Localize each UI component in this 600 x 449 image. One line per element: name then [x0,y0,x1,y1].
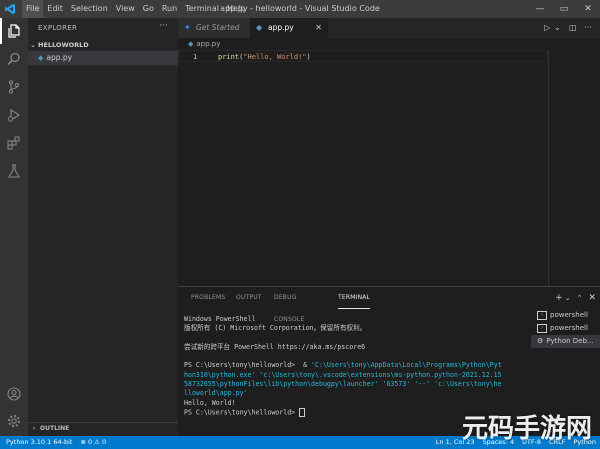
vscode-logo-icon [5,4,15,14]
close-window-button[interactable]: ✕ [576,0,600,18]
folder-helloworld[interactable]: ⌄ HELLOWORLD [28,39,178,51]
new-terminal-plus-icon[interactable]: + [555,293,563,303]
explorer-header: EXPLORER [38,24,78,32]
terminal-path: lloworld\app.py' [184,389,248,398]
python-interpreter-status[interactable]: Python 3.10.1 64-bit [6,438,72,446]
code-string: "Hello, World!" [243,53,307,61]
run-python-file-icon[interactable]: ▷ [544,18,550,38]
tab-problems[interactable]: PROBLEMS [191,287,225,309]
terminal-line: Windows PowerShell [184,315,256,323]
current-line-highlight: 1 print("Hello, World!") [178,50,548,62]
terminal-instance-powershell[interactable]: › powershell [531,322,600,335]
code-function: print [218,53,240,61]
tab-label: Get Started [196,23,240,32]
python-file-icon: ◆ [38,54,44,62]
more-actions-icon[interactable]: ··· [584,18,592,38]
tab-get-started[interactable]: ✦ Get Started [178,18,250,38]
menu-file[interactable]: File [22,0,44,18]
breadcrumb-file: app.py [196,40,221,48]
terminal-instance-python-debug[interactable]: ⚙ Python Deb... [531,335,600,348]
extensions-icon[interactable] [0,130,28,156]
terminal-prompt: PS C:\Users\tony\helloworld> & [184,361,312,370]
settings-gear-icon[interactable] [0,408,28,434]
panel-actions: + ⌄ ⌃ ✕ [549,287,596,309]
tab-app-py[interactable]: ◆ app.py ✕ [250,18,328,38]
terminal-list: › powershell › powershell ⚙ Python Deb... [531,309,600,348]
file-label: app.py [46,53,73,62]
search-icon[interactable] [0,46,28,72]
tab-label: app.py [268,23,294,32]
editor-tab-bar: ✦ Get Started ◆ app.py ✕ ▷ ⌄ ◫ ··· [178,18,600,38]
run-options-chevron-icon[interactable]: ⌄ [554,18,561,38]
chevron-down-icon: ⌄ [30,41,36,49]
watermark-logo: 元码手游网 [461,414,592,444]
menu-go[interactable]: Go [139,0,158,18]
debug-gear-icon: ⚙ [537,337,544,345]
terminal-instance-label: Python Deb... [546,337,594,345]
close-panel-icon[interactable]: ✕ [588,293,596,303]
menu-help[interactable]: Help [223,0,249,18]
terminal-line: 尝试新的跨平台 PowerShell https://aka.ms/pscore… [184,342,366,351]
minimap-divider [548,50,549,286]
code-editor[interactable]: 1 print("Hello, World!") [178,50,600,286]
menu-terminal[interactable]: Terminal [181,0,223,18]
more-actions-icon[interactable]: ··· [159,21,168,31]
maximize-panel-chevron-icon[interactable]: ⌃ [577,294,583,302]
tab-terminal[interactable]: TERMINAL [338,287,371,309]
tab-output[interactable]: OUTPUT [236,287,262,309]
activity-bar [0,18,28,436]
terminal-path: hon310\python.exe' 'c:\Users\tony\.vscod… [184,370,502,379]
menu-edit[interactable]: Edit [43,0,67,18]
python-file-icon: ◆ [188,40,194,48]
terminal-instance-label: powershell [550,311,588,319]
account-icon[interactable] [0,381,28,407]
run-debug-icon[interactable] [0,102,28,128]
minimize-button[interactable]: — [528,0,552,18]
breadcrumb[interactable]: ◆ app.py [178,38,220,50]
chevron-right-icon: › [32,425,36,432]
terminal-line: 版权所有 (C) Microsoft Corporation。保留所有权利。 [184,324,367,333]
terminal-dropdown-chevron-icon[interactable]: ⌄ [565,294,571,302]
code-line[interactable]: print("Hello, World!") [218,53,311,61]
vscode-tab-icon: ✦ [184,23,191,32]
menu-bar: File Edit Selection View Go Run Terminal… [22,0,249,18]
terminal-instance-label: powershell [550,324,588,332]
close-tab-icon[interactable]: ✕ [315,18,322,38]
code-paren-close: ) [306,53,311,61]
folder-label: HELLOWORLD [38,41,89,49]
outline-section[interactable]: › OUTLINE [28,422,178,435]
testing-flask-icon[interactable] [0,158,28,184]
menu-run[interactable]: Run [158,0,181,18]
explorer-icon[interactable] [0,18,28,44]
tab-debug-console[interactable]: DEBUG CONSOLE [274,287,304,323]
terminal-instance-powershell[interactable]: › powershell [531,309,600,322]
terminal-output[interactable]: Windows PowerShell 版权所有 (C) Microsoft Cor… [184,315,528,418]
explorer-sidebar: EXPLORER ··· ⌄ HELLOWORLD ◆ app.py › OUTLIN… [28,18,178,436]
terminal-cursor [299,407,306,417]
line-number: 1 [193,53,198,61]
problems-count-status[interactable]: ⊗ 0 ⚠ 0 [80,438,106,446]
terminal-command-line: PS C:\Users\tony\helloworld> & 'C:\Users… [184,361,528,370]
terminal-icon: › [537,310,547,320]
menu-view[interactable]: View [112,0,139,18]
python-file-icon: ◆ [256,23,263,32]
maximize-button[interactable]: ▭ [552,0,576,18]
terminal-prompt: PS C:\Users\tony\helloworld> [184,408,300,417]
file-app-py[interactable]: ◆ app.py [28,51,178,65]
terminal-path: 'C:\Users\tony\AppData\Local\Programs\Py… [311,361,502,370]
terminal-path: 58732655\pythonFiles\lib\python\debugpy\… [184,380,502,389]
source-control-icon[interactable] [0,74,28,100]
menu-selection[interactable]: Selection [67,0,112,18]
terminal-program-output: Hello, World! [184,398,236,407]
terminal-icon: › [537,323,547,333]
outline-label: OUTLINE [40,425,70,432]
title-bar: File Edit Selection View Go Run Terminal… [0,0,600,18]
split-editor-icon[interactable]: ◫ [569,18,577,38]
